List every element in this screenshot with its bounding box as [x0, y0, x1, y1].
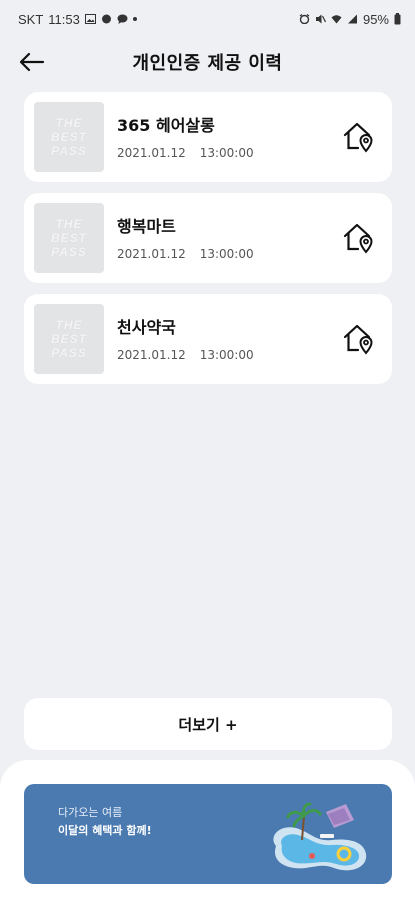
page-title: 개인인증 제공 이력 — [132, 53, 283, 74]
carrier-label: SKT — [18, 11, 44, 27]
auth-history-list: THE BEST PASS 365 헤어살롱 2021.01.12 13:00:0… — [24, 92, 392, 395]
promo-banner[interactable]: 다가오는 여름 이달의 혜택과 함께! — [24, 784, 392, 884]
logo-text: PASS — [51, 144, 87, 158]
mute-icon — [315, 14, 326, 24]
message-notification-icon — [117, 14, 128, 24]
auth-time: 13:00:00 — [199, 146, 254, 160]
store-logo: THE BEST PASS — [34, 304, 104, 374]
load-more-button[interactable]: 더보기 + — [24, 698, 392, 750]
logo-text: THE — [55, 318, 83, 332]
battery-level: 95% — [362, 11, 389, 27]
auth-date: 2021.01.12 — [117, 348, 186, 362]
store-logo: THE BEST PASS — [34, 203, 104, 273]
arrow-left-icon — [19, 52, 45, 72]
history-card[interactable]: THE BEST PASS 천사약국 2021.01.12 13:00:00 — [24, 294, 392, 384]
clock: 11:53 — [48, 11, 80, 27]
auth-date: 2021.01.12 — [117, 247, 186, 261]
back-button[interactable] — [16, 48, 48, 76]
auth-datetime: 2021.01.12 13:00:00 — [117, 348, 254, 362]
status-bar-left: SKT 11:53 — [18, 12, 137, 27]
logo-text: THE — [55, 217, 83, 231]
store-logo: THE BEST PASS — [34, 102, 104, 172]
auth-datetime: 2021.01.12 13:00:00 — [117, 247, 254, 261]
signal-icon — [347, 14, 357, 24]
store-name: 행복마트 — [117, 217, 176, 236]
store-name: 천사약국 — [117, 318, 176, 337]
alarm-icon — [299, 14, 310, 24]
battery-icon — [394, 13, 401, 25]
store-name: 365 헤어살롱 — [117, 116, 215, 135]
logo-text: PASS — [51, 346, 87, 360]
house-location-pin-icon[interactable] — [340, 320, 376, 356]
status-bar: SKT 11:53 95% — [0, 0, 415, 38]
house-location-pin-icon[interactable] — [340, 118, 376, 154]
logo-text: THE — [55, 116, 83, 130]
auth-date: 2021.01.12 — [117, 146, 186, 160]
banner-title: 이달의 혜택과 함께! — [58, 824, 152, 837]
app-header: 개인인증 제공 이력 — [0, 40, 415, 84]
auth-datetime: 2021.01.12 13:00:00 — [117, 146, 254, 160]
status-bar-right: 95% — [299, 12, 401, 27]
pool-illustration — [273, 802, 367, 871]
logo-text: BEST — [50, 130, 87, 144]
more-notifications-dot — [132, 17, 137, 21]
wifi-icon — [331, 15, 342, 24]
gallery-notification-icon — [84, 14, 96, 24]
logo-text: BEST — [50, 231, 87, 245]
banner-subtitle: 다가오는 여름 — [58, 806, 123, 819]
app-notification-icon — [101, 14, 111, 24]
auth-time: 13:00:00 — [199, 247, 254, 261]
logo-text: BEST — [50, 332, 87, 346]
history-card[interactable]: THE BEST PASS 행복마트 2021.01.12 13:00:00 — [24, 193, 392, 283]
history-card[interactable]: THE BEST PASS 365 헤어살롱 2021.01.12 13:00:0… — [24, 92, 392, 182]
house-location-pin-icon[interactable] — [340, 219, 376, 255]
logo-text: PASS — [51, 245, 87, 259]
auth-time: 13:00:00 — [199, 348, 254, 362]
